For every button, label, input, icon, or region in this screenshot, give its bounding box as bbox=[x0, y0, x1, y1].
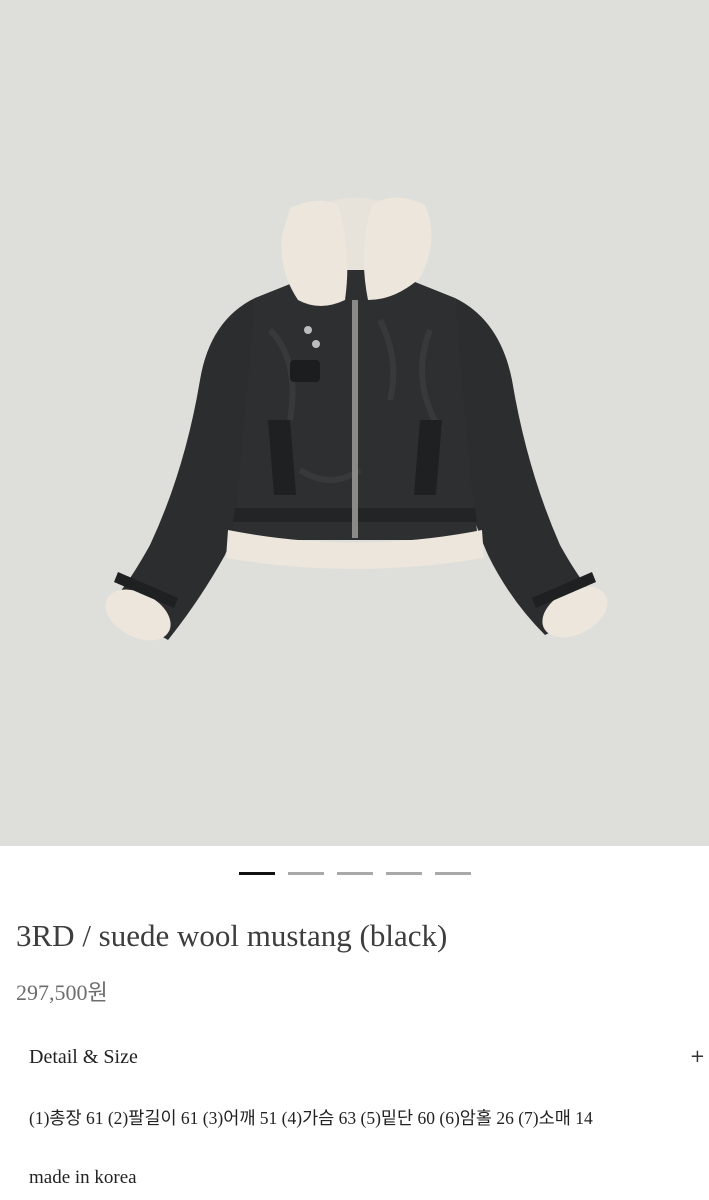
jacket-illustration bbox=[105, 197, 608, 641]
plus-icon[interactable]: + bbox=[690, 1046, 705, 1067]
detail-size-label: Detail & Size bbox=[29, 1046, 138, 1068]
product-price: 297,500원 bbox=[16, 980, 108, 1005]
carousel-dot-1[interactable] bbox=[238, 872, 275, 875]
carousel-indicators bbox=[0, 872, 709, 878]
detail-size-toggle[interactable]: Detail & Size + bbox=[29, 1046, 709, 1076]
product-title: 3RD / suede wool mustang (black) bbox=[16, 918, 448, 953]
origin-text: made in korea bbox=[29, 1167, 137, 1188]
carousel-dot-3[interactable] bbox=[336, 872, 373, 875]
size-measurements: (1)총장 61 (2)팔길이 61 (3)어깨 51 (4)가슴 63 (5)… bbox=[29, 1108, 593, 1128]
carousel-dot-5[interactable] bbox=[434, 872, 471, 875]
carousel-dot-2[interactable] bbox=[287, 872, 324, 875]
product-image[interactable] bbox=[0, 0, 709, 846]
carousel-dot-4[interactable] bbox=[385, 872, 422, 875]
